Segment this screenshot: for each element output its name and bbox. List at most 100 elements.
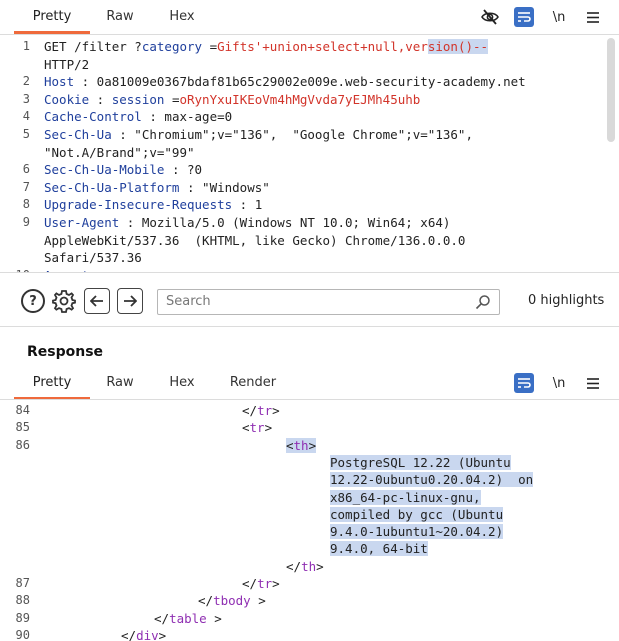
newline-toggle[interactable]: \n — [549, 7, 569, 27]
line-text: </tr> — [242, 575, 280, 592]
code-line: 3 Cookie : session =oRynYxuIKEoVm4hMgVvda… — [0, 91, 610, 108]
line-number: 2 — [22, 74, 30, 89]
response-tab-pretty[interactable]: Pretty — [14, 366, 90, 400]
code-line: 6 Sec-Ch-Ua-Mobile : ?0 — [0, 161, 610, 178]
line-text: </tr> — [242, 402, 280, 419]
request-tab-raw[interactable]: Raw — [94, 0, 146, 34]
code-token: > — [316, 558, 324, 574]
code-line: 88 </tbody > — [0, 592, 619, 609]
response-tab-hex[interactable]: Hex — [156, 366, 208, 400]
divider — [0, 34, 619, 35]
code-token: </ — [154, 610, 170, 626]
help-button[interactable]: ? — [21, 289, 45, 313]
code-token: Sec-Ch-Ua-Mobile — [44, 162, 165, 178]
highlights-count: 0 highlights — [528, 293, 605, 308]
search-input[interactable]: Search — [157, 289, 500, 315]
code-token: > — [250, 593, 266, 609]
code-token: HTTP/2 — [44, 56, 90, 72]
code-token: </ — [121, 627, 137, 641]
line-text: Sec-Ch-Ua-Mobile : ?0 — [44, 161, 202, 178]
code-line: 9 User-Agent : Mozilla/5.0 (Windows NT 10… — [0, 214, 610, 231]
code-token: > — [158, 627, 167, 641]
line-text: GET /filter ?category =Gifts'+union+sele… — [44, 38, 489, 55]
request-editor[interactable]: 1 GET /filter ?category =Gifts'+union+sel… — [0, 36, 610, 272]
line-number: 6 — [22, 162, 30, 177]
code-token: PostgreSQL 12.22 (Ubuntu — [330, 454, 511, 470]
code-token: < — [242, 420, 250, 436]
line-number: 87 — [15, 576, 30, 590]
line-text: compiled by gcc (Ubuntu — [330, 506, 504, 523]
line-number: 84 — [15, 403, 30, 417]
code-token: GET /filter ? — [44, 39, 142, 54]
menu-icon[interactable] — [583, 7, 603, 27]
code-token: AppleWebKit/537.36 (KHTML, like Gecko) C… — [44, 232, 466, 248]
line-number: 7 — [22, 179, 30, 194]
code-line: 9.4.0-1ubuntu1~20.04.2) — [0, 523, 619, 540]
code-token: 9.4.0, 64-bit — [330, 541, 428, 557]
code-line: 9.4.0, 64-bit — [0, 540, 619, 557]
code-token: div — [136, 627, 159, 641]
code-token: </ — [198, 593, 214, 609]
eye-slash-icon[interactable] — [480, 7, 500, 27]
code-line: Safari/537.36 — [0, 249, 610, 266]
divider — [0, 326, 619, 327]
request-scrollbar[interactable] — [607, 38, 615, 142]
code-line: x86_64-pc-linux-gnu, — [0, 489, 619, 506]
code-token: "Not.A/Brand";v="99" — [44, 144, 195, 160]
response-title: Response — [27, 344, 104, 360]
code-line: 1 GET /filter ?category =Gifts'+union+sel… — [0, 38, 610, 55]
code-line: AppleWebKit/537.36 (KHTML, like Gecko) C… — [0, 232, 610, 249]
code-token: > — [272, 403, 280, 418]
divider — [0, 399, 619, 400]
response-tab-raw[interactable]: Raw — [94, 366, 146, 400]
request-tab-pretty[interactable]: Pretty — [14, 0, 90, 34]
response-editor[interactable]: 84 </tr> 85 <tr> 86 <th> PostgreSQL 12.22 (Ubu… — [0, 401, 619, 641]
menu-icon[interactable] — [583, 373, 603, 393]
line-text: Host : 0a81009e0367bdaf81b65c29002e009e.… — [44, 73, 526, 90]
code-token: th — [293, 437, 309, 453]
line-text: </tbody > — [198, 592, 266, 609]
search-icon — [475, 294, 491, 310]
previous-button[interactable] — [84, 288, 110, 314]
code-token: > — [206, 610, 222, 626]
code-token: table — [169, 610, 207, 626]
code-token: tbody — [213, 593, 251, 609]
code-token: sion()-- — [427, 39, 489, 54]
code-line: 84 </tr> — [0, 402, 619, 419]
line-number: 88 — [15, 593, 30, 608]
line-text: Sec-Ch-Ua : "Chromium";v="136", "Google … — [44, 126, 473, 143]
line-text: </div> — [121, 627, 166, 641]
code-line: 2 Host : 0a81009e0367bdaf81b65c29002e009e… — [0, 73, 610, 90]
code-line: 8 Upgrade-Insecure-Requests : 1 — [0, 196, 610, 213]
line-text: 9.4.0-1ubuntu1~20.04.2) — [330, 523, 504, 540]
next-button[interactable] — [117, 288, 143, 314]
wrap-lines-icon[interactable] — [514, 7, 534, 27]
response-tab-render[interactable]: Render — [222, 366, 284, 400]
line-number: 8 — [22, 197, 30, 212]
line-text: 9.4.0, 64-bit — [330, 540, 428, 557]
line-number: 1 — [22, 39, 30, 53]
code-line: 90 </div> — [0, 627, 619, 641]
code-token: : 1 — [232, 197, 263, 213]
code-token: tr — [249, 420, 265, 436]
code-line: 89 </table > — [0, 610, 619, 627]
line-text: <th> — [286, 437, 317, 454]
line-text: Upgrade-Insecure-Requests : 1 — [44, 196, 262, 213]
code-token: </ — [242, 403, 258, 418]
wrap-lines-icon[interactable] — [514, 373, 534, 393]
code-token: Safari/537.36 — [44, 250, 142, 266]
code-token: </ — [242, 576, 258, 591]
code-token: tr — [257, 403, 273, 418]
newline-toggle[interactable]: \n — [549, 373, 569, 393]
code-token: Host — [44, 74, 75, 90]
line-number: 85 — [15, 420, 30, 435]
request-tab-bar: Pretty Raw Hex \n — [0, 0, 619, 34]
code-token: > — [308, 437, 317, 453]
settings-gear-icon[interactable] — [51, 288, 77, 314]
code-token: : "Chromium";v="136", "Google Chrome";v=… — [111, 127, 473, 142]
code-line: </th> — [0, 558, 619, 575]
code-token: 12.22-0ubuntu0.20.04.2) on — [330, 472, 534, 488]
request-tab-hex[interactable]: Hex — [156, 0, 208, 34]
code-token: Upgrade-Insecure-Requests — [44, 197, 233, 213]
code-line: 85 <tr> — [0, 419, 619, 436]
